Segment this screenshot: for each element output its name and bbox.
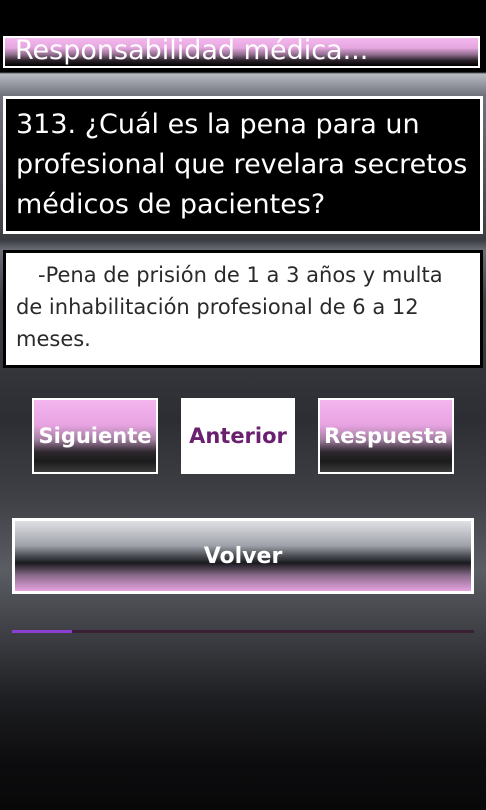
- app-title: Responsabilidad médica...: [15, 36, 369, 66]
- next-button-label: Siguiente: [38, 424, 152, 448]
- back-button-label: Volver: [203, 543, 283, 569]
- back-button[interactable]: Volver: [12, 518, 474, 594]
- question-panel: 313. ¿Cuál es la pena para un profesiona…: [3, 96, 483, 234]
- progress-bar: [12, 630, 474, 633]
- next-button[interactable]: Siguiente: [32, 398, 158, 474]
- progress-bar-fill: [12, 630, 73, 633]
- previous-button-label: Anterior: [189, 424, 287, 448]
- app-title-bar: Responsabilidad médica...: [3, 36, 480, 68]
- show-answer-button[interactable]: Respuesta: [318, 398, 454, 474]
- question-text: 313. ¿Cuál es la pena para un profesiona…: [16, 109, 468, 220]
- show-answer-button-label: Respuesta: [324, 424, 448, 448]
- previous-button[interactable]: Anterior: [181, 398, 295, 474]
- answer-panel: -Pena de prisión de 1 a 3 años y multa d…: [3, 250, 483, 368]
- answer-text: -Pena de prisión de 1 a 3 años y multa d…: [16, 263, 443, 351]
